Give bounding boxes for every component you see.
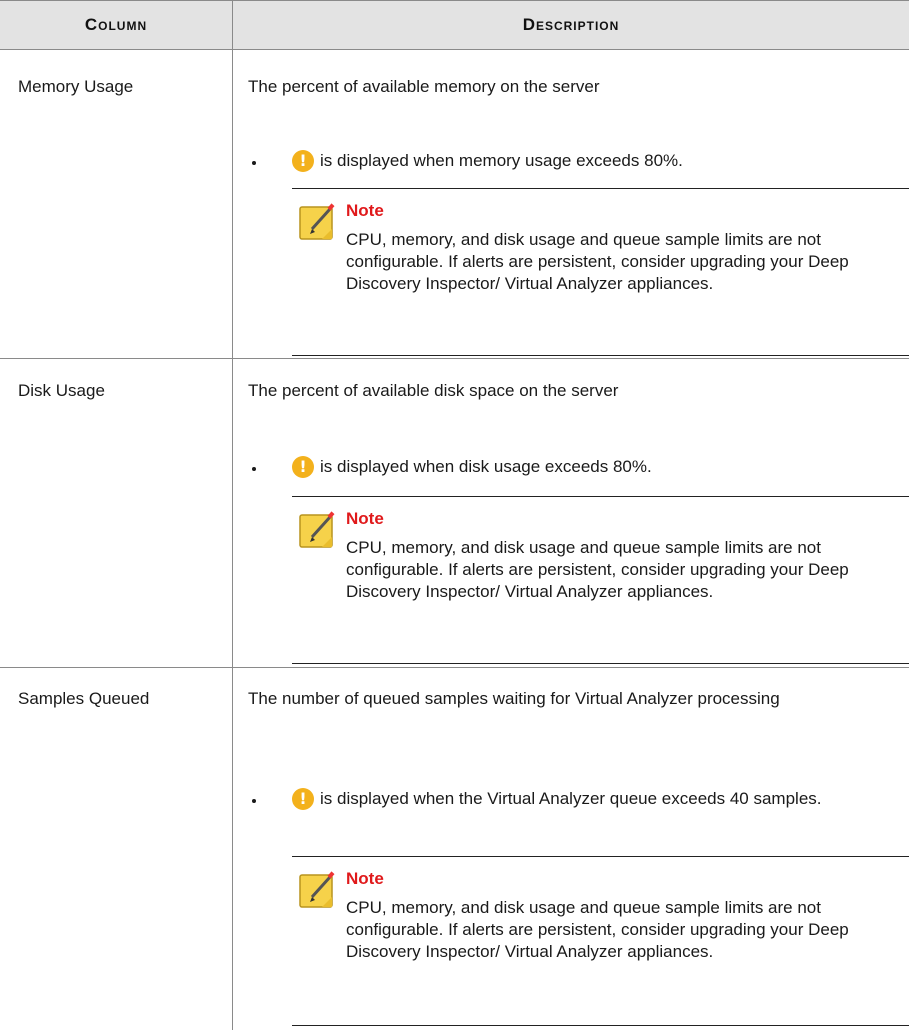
row-description: The number of queued samples waiting for… [248, 689, 780, 708]
note-pencil-icon [299, 511, 335, 548]
row-divider [0, 667, 909, 668]
header-description: Description [522, 15, 620, 34]
bullet-dot [252, 799, 256, 803]
note-title: Note [346, 509, 384, 528]
bullet-text: is displayed when disk usage exceeds 80%… [320, 457, 652, 476]
metrics-table: Column Description Memory Usage The perc… [0, 0, 909, 1030]
note-body: CPU, memory, and disk usage and queue sa… [346, 898, 849, 961]
row-description: The percent of available disk space on t… [248, 381, 619, 400]
row-divider [0, 358, 909, 359]
note-title: Note [346, 869, 384, 888]
note-pencil-icon [299, 871, 335, 908]
note-box: Note CPU, memory, and disk usage and que… [292, 856, 909, 1026]
row-label: Samples Queued [18, 689, 150, 708]
note-body: CPU, memory, and disk usage and queue sa… [346, 538, 849, 601]
bullet-text: is displayed when memory usage exceeds 8… [320, 151, 683, 170]
warning-exclamation-icon: ! [292, 456, 314, 478]
note-body: CPU, memory, and disk usage and queue sa… [346, 230, 849, 293]
bullet-dot [252, 161, 256, 165]
note-pencil-icon [299, 203, 335, 240]
bullet-text: is displayed when the Virtual Analyzer q… [320, 789, 822, 808]
bullet-dot [252, 467, 256, 471]
note-box: Note CPU, memory, and disk usage and que… [292, 188, 909, 356]
column-divider [232, 0, 233, 1030]
note-box: Note CPU, memory, and disk usage and que… [292, 496, 909, 664]
row-description: The percent of available memory on the s… [248, 77, 600, 96]
header-column: Column [84, 15, 148, 34]
row-label: Disk Usage [18, 381, 105, 400]
note-title: Note [346, 201, 384, 220]
row-label: Memory Usage [18, 77, 134, 96]
warning-exclamation-icon: ! [292, 150, 314, 172]
table-header: Column Description [0, 0, 909, 50]
